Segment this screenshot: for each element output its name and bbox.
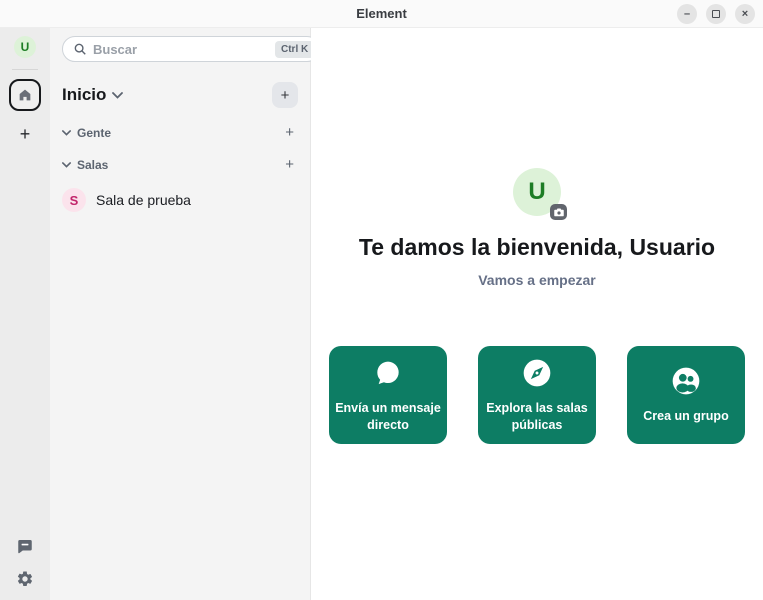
space-name[interactable]: Inicio (62, 85, 106, 105)
rail-divider (12, 69, 38, 70)
edit-avatar-button[interactable] (550, 204, 567, 220)
action-label: Envía un mensaje directo (335, 400, 441, 433)
maximize-button[interactable] (706, 4, 726, 24)
camera-icon (554, 208, 564, 217)
room-name: Sala de prueba (96, 192, 191, 208)
search-field[interactable]: Ctrl K (62, 36, 320, 62)
chat-bubble-icon (372, 357, 404, 389)
maximize-icon (712, 10, 720, 18)
search-icon (73, 42, 87, 56)
create-space-button[interactable]: + (20, 125, 31, 143)
section-people-label: Gente (77, 126, 111, 140)
home-space-button[interactable] (9, 79, 41, 111)
user-avatar[interactable]: U (14, 36, 36, 58)
room-avatar: S (62, 188, 86, 212)
profile-avatar-wrap: U (513, 168, 561, 216)
room-list-panel: Ctrl K Inicio + (50, 28, 311, 600)
explore-public-rooms-button[interactable]: Explora las salas públicas (478, 346, 596, 444)
close-icon: × (742, 8, 748, 20)
search-input[interactable] (93, 42, 269, 57)
chevron-down-icon[interactable] (112, 92, 123, 99)
space-rail: U + (0, 28, 50, 600)
minimize-icon: – (684, 8, 690, 20)
window-controls: – × (677, 4, 755, 24)
welcome-screen: U Te damos la bienvenida, Usuario Vamos … (311, 28, 763, 600)
app-body: U + (0, 28, 763, 600)
welcome-title: Te damos la bienvenida, Usuario (359, 234, 715, 261)
space-header: Inicio + (62, 82, 298, 108)
settings-button[interactable] (16, 570, 34, 588)
search-shortcut-badge: Ctrl K (275, 41, 314, 58)
compass-icon (521, 357, 553, 389)
section-people[interactable]: Gente + (62, 125, 298, 140)
onboarding-actions: Envía un mensaje directo Explora las sal… (329, 346, 745, 444)
home-icon (17, 87, 33, 103)
search-row: Ctrl K (62, 36, 298, 62)
title-bar: Element – × (0, 0, 763, 28)
section-rooms-label: Salas (77, 158, 108, 172)
action-label: Crea un grupo (643, 408, 728, 424)
welcome-subtitle-link[interactable]: Vamos a empezar (478, 272, 596, 288)
chevron-down-icon (62, 130, 71, 136)
chevron-down-icon (62, 162, 71, 168)
room-list-item[interactable]: S Sala de prueba (62, 186, 298, 214)
action-label: Explora las salas públicas (484, 400, 590, 433)
close-button[interactable]: × (735, 4, 755, 24)
minimize-button[interactable]: – (677, 4, 697, 24)
add-rooms-button[interactable]: + (285, 157, 298, 172)
section-rooms[interactable]: Salas + (62, 157, 298, 172)
group-icon (670, 365, 702, 397)
add-room-button[interactable]: + (272, 82, 298, 108)
send-direct-message-button[interactable]: Envía un mensaje directo (329, 346, 447, 444)
element-app-window: Element – × U + (0, 0, 763, 600)
threads-button[interactable] (16, 537, 34, 555)
window-title: Element (356, 6, 407, 21)
create-group-button[interactable]: Crea un grupo (627, 346, 745, 444)
add-people-button[interactable]: + (285, 125, 298, 140)
rail-bottom (16, 537, 34, 588)
